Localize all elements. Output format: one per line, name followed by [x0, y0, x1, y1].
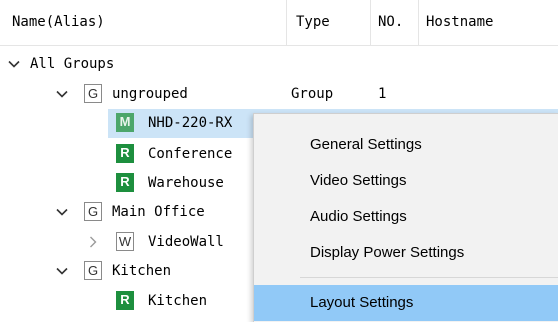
context-menu: General Settings Video Settings Audio Se… [253, 113, 558, 322]
menu-item-layout-settings[interactable]: Layout Settings [254, 285, 558, 321]
chevron-down-icon[interactable] [55, 205, 69, 219]
menu-item-label: Layout Settings [310, 294, 414, 311]
column-divider[interactable] [286, 0, 287, 45]
videowall-icon: W [116, 232, 134, 251]
tree-label: VideoWall [148, 234, 224, 250]
device-icon: M [116, 113, 134, 132]
no-cell: 1 [378, 86, 387, 102]
tree-label: Kitchen [148, 293, 208, 309]
chevron-down-icon[interactable] [7, 57, 21, 71]
type-cell: Group [291, 86, 334, 102]
menu-item-label: Display Power Settings [310, 244, 465, 261]
tree-label: Kitchen [112, 263, 172, 279]
tree-label: ungrouped [112, 86, 188, 102]
menu-item-general-settings[interactable]: General Settings [254, 127, 558, 163]
menu-separator [300, 277, 558, 278]
tree-label: Main Office [112, 204, 205, 220]
chevron-down-icon[interactable] [55, 87, 69, 101]
menu-item-label: General Settings [310, 136, 422, 153]
column-type[interactable]: Type [296, 0, 330, 45]
tree-row-ungrouped[interactable]: G ungrouped Group 1 [0, 80, 558, 109]
menu-item-video-settings[interactable]: Video Settings [254, 163, 558, 199]
room-icon: R [116, 144, 134, 163]
group-icon: G [84, 202, 102, 221]
tree-label: NHD-220-RX [148, 115, 233, 131]
column-divider[interactable] [370, 0, 371, 45]
chevron-down-icon[interactable] [55, 264, 69, 278]
room-icon: R [116, 173, 134, 192]
menu-item-label: Video Settings [310, 172, 407, 189]
menu-item-label: Audio Settings [310, 208, 407, 225]
menu-item-audio-settings[interactable]: Audio Settings [254, 199, 558, 235]
menu-item-display-power-settings[interactable]: Display Power Settings [254, 235, 558, 271]
column-no[interactable]: NO. [378, 0, 403, 45]
column-hostname[interactable]: Hostname [426, 0, 493, 45]
tree-row-all-groups[interactable]: All Groups [0, 50, 558, 79]
room-icon: R [116, 291, 134, 310]
group-icon: G [84, 261, 102, 280]
tree-label: Warehouse [148, 175, 224, 191]
column-name-alias[interactable]: Name(Alias) [12, 0, 105, 45]
tree-label: All Groups [30, 56, 115, 72]
group-icon: G [84, 84, 102, 103]
column-header: Name(Alias) Type NO. Hostname [0, 0, 558, 46]
chevron-right-icon[interactable] [86, 235, 100, 249]
tree-label: Conference [148, 146, 233, 162]
column-divider[interactable] [418, 0, 419, 45]
